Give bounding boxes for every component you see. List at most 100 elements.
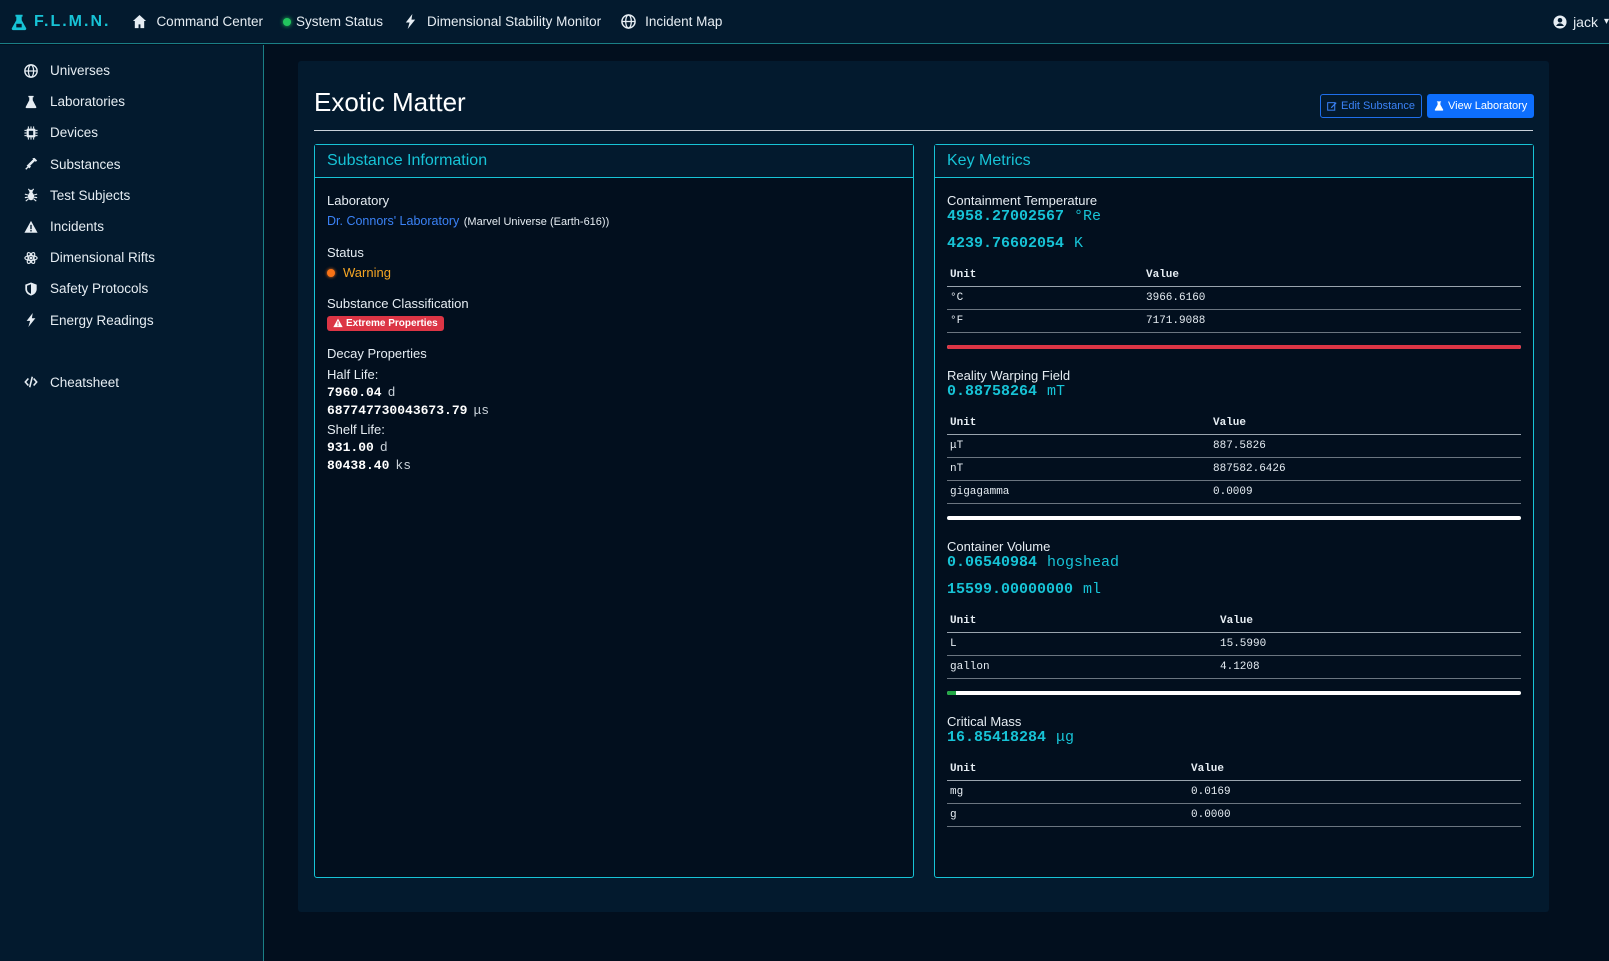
- unit-header: Unit: [947, 610, 1217, 633]
- nav-command-center[interactable]: Command Center: [132, 14, 263, 29]
- sidebar-item-label: Cheatsheet: [50, 374, 120, 390]
- code-icon: [24, 376, 38, 388]
- status-indicator-icon: [282, 17, 291, 26]
- volume-secondary: 15599.00000000 ml: [947, 581, 1102, 598]
- mass-title: Critical Mass: [947, 714, 1022, 729]
- classification-badge-text: Extreme Properties: [346, 317, 438, 329]
- table-row: °C 3966.6160: [947, 286, 1521, 310]
- username: jack: [1573, 13, 1598, 30]
- view-laboratory-label: View Laboratory: [1448, 100, 1528, 112]
- status-label: Status: [327, 245, 364, 260]
- nav-dimensional-stability-monitor[interactable]: Dimensional Stability Monitor: [403, 14, 601, 29]
- table-row: g 0.0000: [947, 803, 1521, 827]
- unit-header: Unit: [947, 264, 1143, 287]
- value-header: Value: [1143, 264, 1521, 287]
- temperature-primary: 4958.27002567 °Re: [947, 208, 1102, 225]
- panel-heading: Key Metrics: [935, 145, 1533, 178]
- title-divider: [314, 130, 1533, 131]
- sidebar-item-label: Laboratories: [50, 94, 126, 110]
- shelf-life-label: Shelf Life:: [327, 422, 385, 437]
- sidebar-item-label: Dimensional Rifts: [50, 250, 156, 266]
- classification-label: Substance Classification: [327, 296, 469, 311]
- volume-level-bar: [947, 691, 1521, 695]
- flask-icon: [1434, 101, 1444, 111]
- half-life-label: Half Life:: [327, 367, 379, 382]
- nav-incident-map[interactable]: Incident Map: [621, 14, 722, 29]
- temperature-level-bar: [947, 345, 1521, 349]
- flask-icon: [25, 95, 37, 108]
- nav-stability-label: Dimensional Stability Monitor: [427, 14, 602, 29]
- warning-triangle-icon: [333, 318, 343, 328]
- bug-icon: [24, 188, 38, 202]
- nav-system-status[interactable]: System Status: [282, 14, 383, 29]
- sidebar-item-label: Incidents: [50, 219, 105, 235]
- nav-incident-map-label: Incident Map: [645, 14, 723, 29]
- temperature-secondary: 4239.76602054 K: [947, 235, 1084, 252]
- warning-dot-icon: [327, 268, 335, 277]
- table-row: gallon 4.1208: [947, 655, 1521, 679]
- panel-heading: Substance Information: [315, 145, 913, 178]
- view-laboratory-button[interactable]: View Laboratory: [1427, 94, 1535, 118]
- user-menu[interactable]: jack ▾: [1553, 14, 1609, 30]
- sidebar-item-devices[interactable]: Devices: [0, 117, 263, 148]
- bolt-icon: [405, 14, 416, 29]
- key-metrics-panel: Key Metrics Containment Temperature 4958…: [934, 144, 1534, 878]
- sidebar-item-label: Devices: [50, 125, 99, 141]
- temperature-title: Containment Temperature: [947, 193, 1098, 208]
- user-circle-icon: [1553, 14, 1567, 29]
- mass-primary: 16.85418284 μg: [947, 729, 1075, 746]
- mass-table: Unit Value mg 0.0169 g 0.0000: [947, 758, 1521, 827]
- shelf-life-value-1: 80438.40 ks: [327, 458, 412, 473]
- atom-icon: [24, 251, 38, 264]
- warning-triangle-icon: [24, 220, 38, 233]
- table-row: nT 887582.6426: [947, 457, 1521, 481]
- shelf-life-value-0: 931.00 d: [327, 440, 388, 455]
- table-row: °F 7171.9088: [947, 309, 1521, 333]
- page-title: Exotic Matter: [314, 87, 466, 117]
- brand-name: F.L.M.N.: [34, 12, 111, 30]
- syringe-icon: [25, 158, 38, 170]
- edit-icon: [1327, 102, 1337, 111]
- volume-title: Container Volume: [947, 539, 1051, 554]
- table-row: mg 0.0169: [947, 780, 1521, 804]
- sidebar-item-safety-protocols[interactable]: Safety Protocols: [0, 273, 263, 304]
- sidebar-item-universes[interactable]: Universes: [0, 55, 263, 86]
- temperature-table: Unit Value °C 3966.6160 °F 7171.9088: [947, 264, 1521, 333]
- classification-badge: Extreme Properties: [327, 315, 444, 331]
- table-row: μT 887.5826: [947, 434, 1521, 458]
- sidebar-item-test-subjects[interactable]: Test Subjects: [0, 180, 263, 211]
- half-life-value-1: 687747730043673.79 μs: [327, 403, 490, 418]
- sidebar-item-label: Substances: [50, 156, 121, 172]
- nav-command-center-label: Command Center: [156, 14, 263, 29]
- substance-information-panel: Substance Information Laboratory Dr. Con…: [314, 144, 914, 878]
- edit-substance-button[interactable]: Edit Substance: [1320, 94, 1422, 118]
- status-text: Warning: [343, 265, 391, 280]
- decay-properties-label: Decay Properties: [327, 346, 427, 361]
- volume-table: Unit Value L 15.5990 gallon 4.1208: [947, 610, 1521, 679]
- sidebar-item-energy-readings[interactable]: Energy Readings: [0, 305, 263, 336]
- sidebar-item-substances[interactable]: Substances: [0, 149, 263, 180]
- top-navbar: F.L.M.N. Command Center System Status Di…: [0, 0, 1609, 44]
- sidebar-item-label: Test Subjects: [50, 187, 131, 203]
- flask-logo-icon: [11, 14, 27, 30]
- table-row: L 15.5990: [947, 632, 1521, 656]
- home-icon: [133, 14, 147, 29]
- sidebar-item-incidents[interactable]: Incidents: [0, 211, 263, 242]
- field-level-bar: [947, 516, 1521, 520]
- sidebar-item-cheatsheet[interactable]: Cheatsheet: [0, 367, 263, 398]
- sidebar-item-dimensional-rifts[interactable]: Dimensional Rifts: [0, 242, 263, 273]
- bolt-icon: [26, 313, 36, 328]
- unit-header: Unit: [947, 758, 1188, 781]
- sidebar-item-label: Universes: [50, 63, 111, 79]
- brand[interactable]: F.L.M.N.: [10, 13, 110, 31]
- half-life-value-0: 7960.04 d: [327, 385, 396, 400]
- laboratory-link[interactable]: Dr. Connors' Laboratory: [327, 214, 459, 228]
- chevron-down-icon: ▾: [1603, 16, 1609, 27]
- level-fill: [947, 691, 956, 695]
- field-title: Reality Warping Field: [947, 368, 1071, 383]
- laboratory-label: Laboratory: [327, 193, 390, 208]
- laboratory-universe: (Marvel Universe (Earth-616)): [463, 216, 610, 228]
- level-fill: [947, 345, 1521, 349]
- value-header: Value: [1210, 412, 1521, 435]
- sidebar-item-laboratories[interactable]: Laboratories: [0, 86, 263, 117]
